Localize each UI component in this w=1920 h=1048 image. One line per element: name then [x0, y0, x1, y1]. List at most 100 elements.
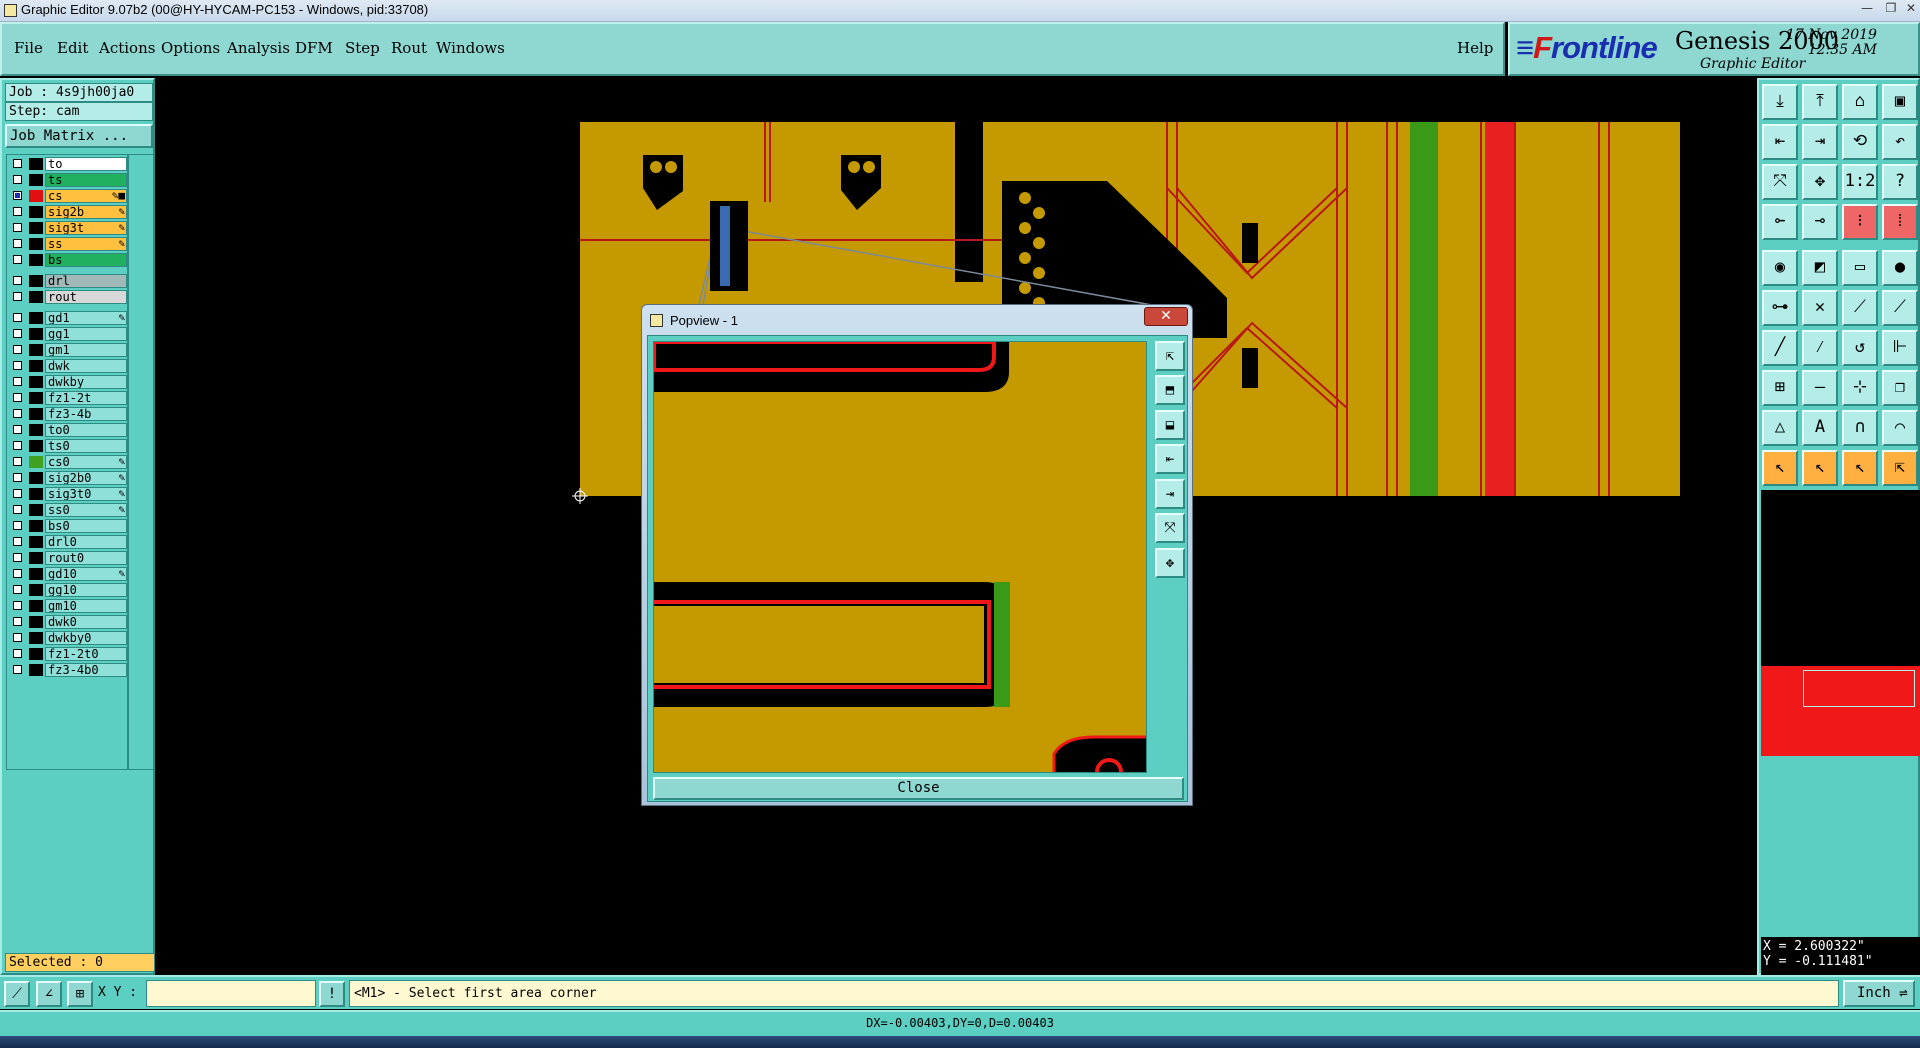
- layer-row-gm10[interactable]: gm10: [9, 599, 129, 613]
- layer-color-swatch[interactable]: [29, 408, 43, 420]
- layer-color-swatch[interactable]: [29, 536, 43, 548]
- layer-name[interactable]: fz1-2t: [45, 391, 127, 405]
- layer-color-swatch[interactable]: [29, 424, 43, 436]
- slash-icon[interactable]: ⁄: [1802, 330, 1838, 366]
- layer-checkbox[interactable]: [13, 361, 22, 370]
- popview-down-icon[interactable]: ⬓: [1155, 410, 1185, 440]
- layer-color-swatch[interactable]: [29, 456, 43, 468]
- layer-name[interactable]: dwkby: [45, 375, 127, 389]
- job-matrix-button[interactable]: Job Matrix ...: [5, 124, 153, 148]
- layer-color-swatch[interactable]: [29, 664, 43, 676]
- layer-row-fz3-4b[interactable]: fz3-4b: [9, 407, 129, 421]
- layer-checkbox[interactable]: [13, 585, 22, 594]
- pick-icon[interactable]: ↖: [1842, 450, 1878, 486]
- layer-checkbox[interactable]: [13, 505, 22, 514]
- layer-color-swatch[interactable]: [29, 472, 43, 484]
- menu-edit[interactable]: Edit: [57, 39, 88, 57]
- menu-file[interactable]: File: [14, 39, 43, 57]
- units-dropdown[interactable]: Inch ⇌: [1843, 980, 1915, 1007]
- layer-row-gd10[interactable]: gd10 ✎: [9, 567, 129, 581]
- layer-name[interactable]: cs0: [45, 455, 127, 469]
- layer-color-swatch[interactable]: [29, 376, 43, 388]
- link-icon[interactable]: ⟋: [1882, 290, 1918, 326]
- delete-node-icon[interactable]: ✕: [1802, 290, 1838, 326]
- layer-color-swatch[interactable]: [29, 222, 43, 234]
- zoom-area-icon[interactable]: ✥: [1802, 164, 1838, 200]
- layer-checkbox[interactable]: [13, 665, 22, 674]
- layer-color-swatch[interactable]: [29, 312, 43, 324]
- scale-icon[interactable]: 1:2: [1842, 164, 1878, 200]
- layer-row-bs[interactable]: bs: [9, 253, 129, 267]
- split-icon[interactable]: —: [1802, 370, 1838, 406]
- menu-rout[interactable]: Rout: [391, 39, 427, 57]
- snap-icon[interactable]: ⁝: [1842, 204, 1878, 240]
- layer-checkbox[interactable]: [13, 489, 22, 498]
- layer-color-swatch[interactable]: [29, 206, 43, 218]
- layer-row-gg1[interactable]: gg1: [9, 327, 129, 341]
- select-icon[interactable]: ↖: [1802, 450, 1838, 486]
- layer-checkbox[interactable]: [13, 223, 22, 232]
- popview-left-icon[interactable]: ⇤: [1155, 444, 1185, 474]
- interrupt-button[interactable]: !: [319, 981, 345, 1007]
- layer-checkbox[interactable]: [13, 255, 22, 264]
- feature-icon[interactable]: ⊸: [1802, 204, 1838, 240]
- layer-row-ts[interactable]: ts: [9, 173, 129, 187]
- layer-name[interactable]: dwkby0: [45, 631, 127, 645]
- menu-options[interactable]: Options: [161, 39, 220, 57]
- layer-name[interactable]: to: [45, 157, 127, 171]
- popview-close-button[interactable]: Close: [653, 777, 1184, 800]
- layer-name[interactable]: drl0: [45, 535, 127, 549]
- layer-name[interactable]: bs: [45, 253, 127, 267]
- layer-checkbox[interactable]: [13, 276, 22, 285]
- layer-color-swatch[interactable]: [29, 190, 43, 202]
- layer-name[interactable]: gd1: [45, 311, 127, 325]
- layer-name[interactable]: gg1: [45, 327, 127, 341]
- layer-name[interactable]: sig2b0: [45, 471, 127, 485]
- menu-help[interactable]: Help: [1457, 39, 1493, 57]
- layer-row-dwkby[interactable]: dwkby: [9, 375, 129, 389]
- layer-checkbox[interactable]: [13, 292, 22, 301]
- layer-checkbox[interactable]: [13, 617, 22, 626]
- popview-canvas[interactable]: [653, 341, 1147, 773]
- layer-checkbox[interactable]: [13, 239, 22, 248]
- pad-icon[interactable]: ◉: [1762, 250, 1798, 286]
- layer-checkbox[interactable]: [13, 441, 22, 450]
- layer-color-swatch[interactable]: [29, 440, 43, 452]
- layer-checkbox[interactable]: [13, 175, 22, 184]
- pan-left-icon[interactable]: ⇤: [1762, 124, 1798, 160]
- node-icon[interactable]: ⊶: [1762, 290, 1798, 326]
- mode-line-icon[interactable]: ⟋: [4, 981, 30, 1007]
- popview-close-x[interactable]: ✕: [1144, 307, 1188, 326]
- move-icon[interactable]: ⊞: [1762, 370, 1798, 406]
- menu-actions[interactable]: Actions: [99, 39, 155, 57]
- layer-name[interactable]: gg10: [45, 583, 127, 597]
- layer-row-sig3t0[interactable]: sig3t0 ✎: [9, 487, 129, 501]
- layer-checkbox[interactable]: [13, 377, 22, 386]
- layer-color-swatch[interactable]: [29, 158, 43, 170]
- zoom-fit-icon[interactable]: ⤧: [1762, 164, 1798, 200]
- mode-grid-icon[interactable]: ⊞: [67, 981, 93, 1007]
- layer-checkbox[interactable]: [13, 633, 22, 642]
- layer-list-scrollbar[interactable]: [128, 154, 154, 770]
- multi-select-icon[interactable]: ⇱: [1882, 450, 1918, 486]
- layer-color-swatch[interactable]: [29, 504, 43, 516]
- layer-name[interactable]: ss: [45, 237, 127, 251]
- minimize-button[interactable]: —: [1856, 1, 1878, 16]
- layer-color-swatch[interactable]: [29, 344, 43, 356]
- layer-checkbox[interactable]: [13, 409, 22, 418]
- redraw-icon[interactable]: ⟲: [1842, 124, 1878, 160]
- route-icon[interactable]: ⊩: [1882, 330, 1918, 366]
- layer-row-fz1-2t[interactable]: fz1-2t: [9, 391, 129, 405]
- layer-row-fz1-2t0[interactable]: fz1-2t0: [9, 647, 129, 661]
- measure-icon[interactable]: ⟜: [1762, 204, 1798, 240]
- layer-row-sig3t[interactable]: sig3t ✎: [9, 221, 129, 235]
- bridge-icon[interactable]: ⌒: [1882, 410, 1918, 446]
- layer-name[interactable]: rout: [45, 290, 127, 304]
- layer-checkbox[interactable]: [13, 191, 22, 200]
- layer-color-swatch[interactable]: [29, 392, 43, 404]
- layer-color-swatch[interactable]: [29, 275, 43, 287]
- layer-row-cs[interactable]: cs ✎■: [9, 189, 129, 203]
- grid-snap-icon[interactable]: ⁞: [1882, 204, 1918, 240]
- arc-icon[interactable]: ↺: [1842, 330, 1878, 366]
- layer-row-cs0[interactable]: cs0 ✎: [9, 455, 129, 469]
